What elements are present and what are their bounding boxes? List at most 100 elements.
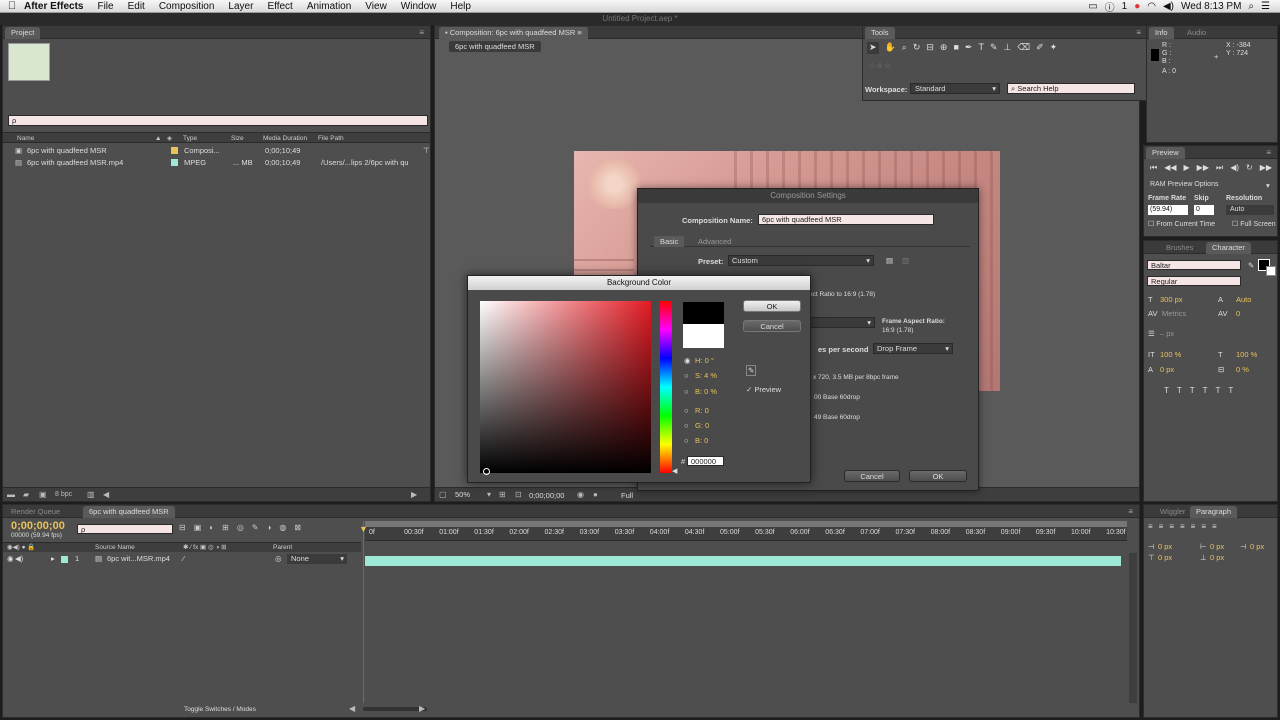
menu-layer[interactable]: Layer bbox=[228, 1, 253, 12]
menu-file[interactable]: File bbox=[97, 1, 113, 12]
cancel-button[interactable]: Cancel bbox=[844, 470, 900, 482]
puppet-tool-icon[interactable]: ✦ bbox=[1050, 42, 1058, 54]
project-item-comp[interactable]: ▣ 6pc with quadfeed MSR Composi... 0;00;… bbox=[5, 145, 430, 157]
comp-subtab[interactable]: 6pc with quadfeed MSR bbox=[449, 41, 541, 52]
zoom-in-icon[interactable]: ▶ bbox=[419, 704, 425, 713]
tab-wiggler[interactable]: Wiggler bbox=[1154, 506, 1191, 518]
tab-render-queue[interactable]: Render Queue bbox=[5, 506, 66, 518]
menu-edit[interactable]: Edit bbox=[128, 1, 145, 12]
ram-preview-icon[interactable]: ▶▶ bbox=[1260, 163, 1272, 173]
brush-tool-icon[interactable]: ✎ bbox=[990, 42, 998, 54]
parent-pickwhip-icon[interactable]: ◎ bbox=[275, 554, 282, 563]
record-icon[interactable]: ● bbox=[1134, 1, 1140, 12]
indent-left-value[interactable]: 0 px bbox=[1158, 542, 1172, 551]
live-update-icon[interactable]: ⊠ bbox=[294, 523, 301, 532]
save-preset-icon[interactable]: ▤ bbox=[886, 256, 893, 265]
apple-icon[interactable]:  bbox=[0, 0, 24, 12]
tab-paragraph[interactable]: Paragraph bbox=[1190, 506, 1238, 518]
prev-frame-icon[interactable]: ◀◀ bbox=[1164, 163, 1176, 173]
hide-shy-icon[interactable]: ◐ bbox=[209, 523, 214, 532]
first-frame-icon[interactable]: ⏮ bbox=[1150, 163, 1157, 173]
auto-keyframe-icon[interactable]: ◍ bbox=[279, 523, 286, 532]
stroke-width-value[interactable]: – px bbox=[1160, 329, 1174, 338]
preview-checkbox[interactable]: ✓ Preview bbox=[746, 385, 781, 394]
screen-icon[interactable]: ▭ bbox=[1088, 1, 1097, 12]
resolution-select[interactable]: Full bbox=[621, 491, 633, 500]
pixel-aspect-select[interactable]: ▾ bbox=[809, 317, 875, 328]
hue-slider-handle[interactable]: ◀ bbox=[672, 467, 677, 475]
menu-help[interactable]: Help bbox=[450, 1, 471, 12]
ok-button[interactable]: OK bbox=[743, 300, 801, 312]
comp-timecode[interactable]: 0;00;00;00 bbox=[529, 491, 564, 500]
label-color-swatch[interactable] bbox=[171, 159, 178, 166]
col-name[interactable]: Name bbox=[17, 133, 34, 144]
spotlight-icon[interactable]: ⌕ bbox=[1248, 1, 1254, 12]
font-family-select[interactable]: Baltar bbox=[1147, 260, 1241, 270]
tab-brushes[interactable]: Brushes bbox=[1160, 242, 1200, 254]
stroke-color-swatch[interactable] bbox=[1266, 266, 1276, 276]
playhead-handle-icon[interactable]: ▼ bbox=[359, 524, 368, 534]
hscale-value[interactable]: 100 % bbox=[1236, 350, 1257, 359]
eyedropper-icon[interactable]: ✎ bbox=[1248, 261, 1254, 270]
source-name-header[interactable]: Source Name bbox=[95, 544, 135, 551]
indent-right-value[interactable]: 0 px bbox=[1210, 542, 1224, 551]
tab-preview[interactable]: Preview bbox=[1146, 147, 1185, 159]
col-duration[interactable]: Media Duration bbox=[263, 133, 307, 144]
tab-basic[interactable]: Basic bbox=[654, 236, 685, 247]
project-item-footage[interactable]: ▤ 6pc with quadfeed MSR.mp4 MPEG ... MB … bbox=[5, 157, 428, 169]
pen-tool-icon[interactable]: ✒ bbox=[965, 42, 973, 54]
frame-blending-icon[interactable]: ⊞ bbox=[222, 523, 229, 532]
always-preview-icon[interactable]: ▢ bbox=[439, 490, 447, 499]
first-line-indent-value[interactable]: 0 px bbox=[1250, 542, 1264, 551]
layer-label-swatch[interactable] bbox=[61, 556, 68, 563]
hand-tool-icon[interactable]: ✋ bbox=[885, 42, 896, 54]
hex-input[interactable]: 000000 bbox=[687, 456, 724, 466]
color-cursor[interactable] bbox=[483, 468, 490, 475]
type-tool-icon[interactable]: T bbox=[978, 42, 984, 54]
b-radio[interactable]: ○ bbox=[684, 387, 689, 396]
parent-select[interactable]: None ▾ bbox=[287, 554, 347, 564]
brainstorm-icon[interactable]: ✎ bbox=[252, 523, 259, 532]
zoom-out-icon[interactable]: ◀ bbox=[349, 704, 355, 713]
toggle-switches-modes[interactable]: Toggle Switches / Modes bbox=[184, 706, 256, 713]
tab-menu-icon[interactable]: ≡ bbox=[577, 28, 581, 37]
full-screen-checkbox[interactable]: ☐ Full Screen bbox=[1232, 220, 1276, 228]
play-icon[interactable]: ▶ bbox=[1184, 163, 1190, 173]
space-before-value[interactable]: 0 px bbox=[1158, 553, 1172, 562]
chevron-down-icon[interactable]: ▾ bbox=[1266, 181, 1270, 190]
panel-menu-icon[interactable]: ≡ bbox=[419, 28, 424, 37]
eyedropper-icon[interactable]: ✎ bbox=[746, 365, 757, 376]
col-size[interactable]: Size bbox=[231, 133, 244, 144]
clone-tool-icon[interactable]: ⊥ bbox=[1003, 42, 1011, 54]
camera-tool-icon[interactable]: ⊟ bbox=[926, 42, 934, 54]
tab-advanced[interactable]: Advanced bbox=[692, 236, 737, 247]
scroll-left-icon[interactable]: ◀ bbox=[103, 490, 109, 499]
preset-select[interactable]: Custom ▾ bbox=[728, 255, 874, 266]
menu-window[interactable]: Window bbox=[401, 1, 437, 12]
layer-name[interactable]: 6pc wit...MSR.mp4 bbox=[107, 554, 170, 563]
tab-info[interactable]: Info bbox=[1149, 27, 1174, 39]
menu-composition[interactable]: Composition bbox=[159, 1, 215, 12]
interpret-footage-icon[interactable]: ▬ bbox=[7, 490, 15, 499]
expand-arrow-icon[interactable]: ▸ bbox=[51, 554, 55, 563]
tab-character[interactable]: Character bbox=[1206, 242, 1251, 254]
font-style-select[interactable]: Regular bbox=[1147, 276, 1241, 286]
ram-preview-options[interactable]: RAM Preview Options bbox=[1150, 181, 1218, 188]
menu-animation[interactable]: Animation bbox=[307, 1, 351, 12]
rectangle-tool-icon[interactable]: ■ bbox=[953, 42, 958, 54]
rotate-tool-icon[interactable]: ↻ bbox=[913, 42, 921, 54]
bpc-label[interactable]: 8 bpc bbox=[55, 491, 72, 498]
layer-bar[interactable] bbox=[365, 556, 1121, 566]
playhead[interactable] bbox=[363, 521, 364, 703]
clock[interactable]: Wed 8:13 PM bbox=[1181, 1, 1241, 12]
comp-name-input[interactable]: 6pc with quadfeed MSR bbox=[758, 214, 934, 225]
tab-composition[interactable]: ▪ Composition: 6pc with quadfeed MSR ≡ bbox=[439, 27, 588, 39]
flow-icon[interactable]: ⊤ bbox=[423, 145, 430, 157]
search-help-input[interactable]: ⌕ Search Help bbox=[1007, 83, 1135, 94]
delete-preset-icon[interactable]: ▥ bbox=[902, 256, 909, 265]
font-size-value[interactable]: 300 px bbox=[1160, 295, 1183, 304]
timeline-timecode[interactable]: 0;00;00;00 bbox=[11, 520, 65, 532]
tab-audio[interactable]: Audio bbox=[1181, 27, 1212, 39]
skip-input[interactable]: 0 bbox=[1194, 205, 1214, 215]
s-radio[interactable]: ○ bbox=[684, 371, 689, 380]
